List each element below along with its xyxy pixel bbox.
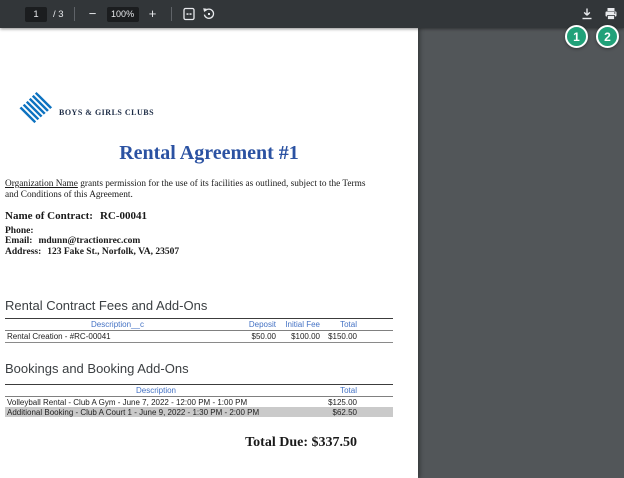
col-total: Total [340,386,357,395]
total-due: Total Due: $337.50 [245,435,357,450]
organization-name-text: Organization Name [5,179,78,189]
contract-value: RC-00041 [99,210,148,222]
fee-initial: $100.00 [291,332,320,341]
intro-line1: grants permission for the use of its fac… [77,179,366,189]
booking-description: Volleyball Rental - Club A Gym - June 7,… [7,397,248,407]
bookings-table: Description Total Volleyball Rental - Cl… [5,384,393,417]
toolbar-divider [170,7,172,21]
email-line: Email: mdunn@tractionrec.com [5,236,179,246]
callout-step-1: 1 [565,25,588,48]
intro-line2: and Conditions of this Agreement. [5,189,133,200]
zoom-level-input[interactable]: 100% [106,6,139,22]
address-value: 123 Fake St., Norfolk, VA, 23507 [47,246,180,257]
contact-block: Phone: Email: mdunn@tractionrec.com Addre… [5,226,179,257]
toolbar-left-group: 1 / 3 − 100% + [25,6,216,22]
toolbar-right-group [580,0,620,28]
col-total: Total [340,320,357,329]
document-title: Rental Agreement #1 [119,142,299,164]
rotate-icon[interactable] [202,7,216,21]
table-row: Rental Creation - #RC-00041 $50.00 $100.… [5,331,393,343]
booking-total: $62.50 [332,407,357,417]
download-icon[interactable] [580,7,594,21]
address-line: Address: 123 Fake St., Norfolk, VA, 23507 [5,247,179,257]
zoom-out-button[interactable]: − [85,6,101,22]
phone-label: Phone: [5,226,34,236]
booking-description: Additional Booking - Club A Court 1 - Ju… [7,407,260,417]
intro-paragraph: Organization Name grants permission for … [5,179,405,200]
col-initial-fee: Initial Fee [285,320,320,329]
contract-name-line: Name of Contract: RC-00041 [5,210,147,222]
callout-step-2: 2 [596,25,619,48]
booking-total: $125.00 [328,397,357,407]
fees-section-heading: Rental Contract Fees and Add-Ons [5,298,208,313]
col-deposit: Deposit [248,320,276,329]
address-label: Address: [5,246,42,257]
logo-wordmark: BOYS & GIRLS CLUBS [59,108,155,117]
table-row: Volleyball Rental - Club A Gym - June 7,… [5,397,393,407]
fee-total: $150.00 [328,332,357,341]
table-row: Additional Booking - Club A Court 1 - Ju… [5,407,393,417]
col-description-c: Description__c [91,320,144,329]
col-description: Description [135,386,176,395]
email-label: Email: [5,236,33,247]
toolbar-divider [73,7,75,21]
contract-label: Name of Contract: [5,210,93,222]
page-count-label: / 3 [53,8,64,20]
email-value: mdunn@tractionrec.com [38,236,141,247]
fit-to-page-icon[interactable] [182,7,196,21]
bookings-section-heading: Bookings and Booking Add-Ons [5,361,189,376]
fees-table: Description__c Deposit Initial Fee Total… [5,318,393,343]
fee-description: Rental Creation - #RC-00041 [7,332,111,341]
zoom-in-button[interactable]: + [145,6,161,22]
bookings-table-header: Description Total [5,384,393,397]
phone-line: Phone: [5,226,179,236]
pdf-toolbar: 1 / 3 − 100% + [0,0,624,28]
boys-girls-clubs-logo-icon [9,92,53,132]
fees-table-header: Description__c Deposit Initial Fee Total [5,318,393,331]
print-icon[interactable] [604,7,618,21]
fee-deposit: $50.00 [251,332,276,341]
pdf-page: BOYS & GIRLS CLUBS Rental Agreement #1 O… [0,28,418,478]
page-number-input[interactable]: 1 [25,6,47,22]
